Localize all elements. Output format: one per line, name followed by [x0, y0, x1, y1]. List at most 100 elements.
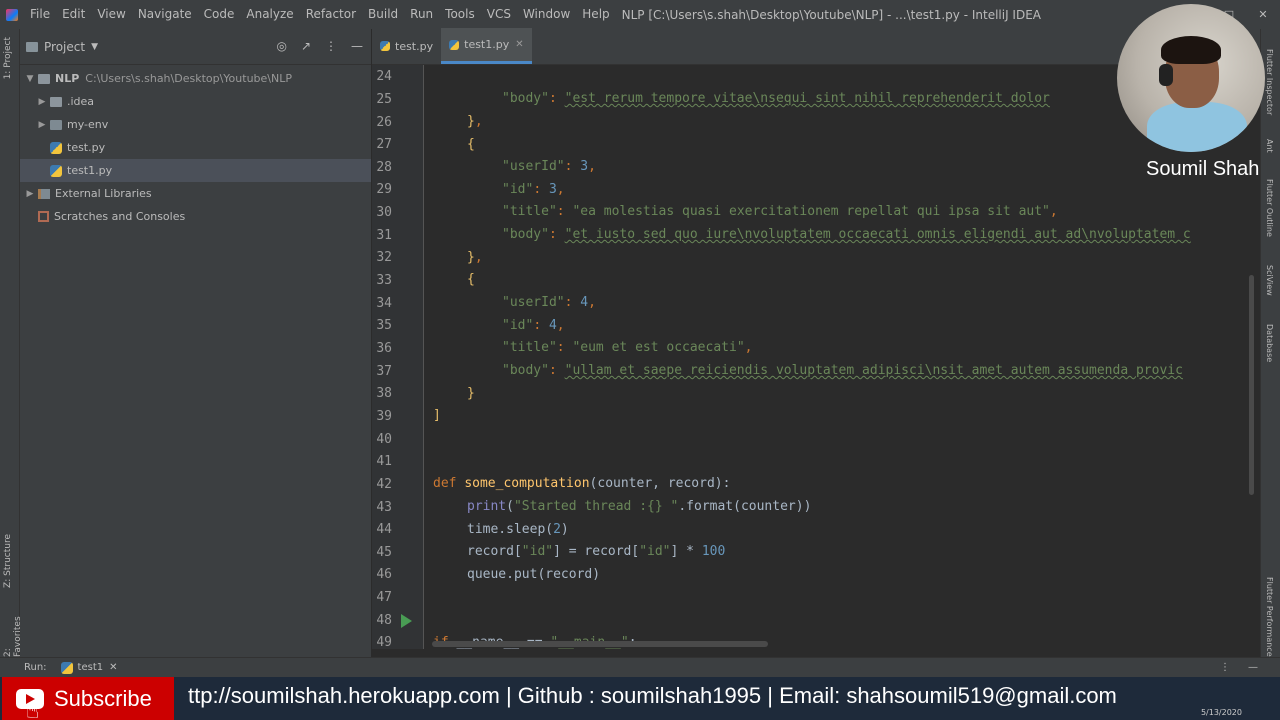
menu-bar: File Edit View Navigate Code Analyze Ref…: [0, 0, 1280, 29]
tree-item-label: Scratches and Consoles: [54, 210, 186, 223]
tree-item-label: External Libraries: [55, 187, 152, 200]
ant-tool-button[interactable]: Ant: [1265, 139, 1274, 153]
vertical-scrollbar[interactable]: [1249, 275, 1254, 495]
locate-file-icon[interactable]: ◎: [276, 39, 286, 53]
tab-test1-py[interactable]: test1.py ✕: [441, 28, 532, 64]
flutter-performance-tool-button[interactable]: Flutter Performance: [1265, 577, 1274, 657]
project-view-selector[interactable]: Project: [44, 40, 85, 54]
code-area[interactable]: "body": "est rerum tempore vitae\nsequi …: [424, 65, 1260, 649]
line-number: 42: [376, 477, 392, 492]
menu-window[interactable]: Window: [517, 0, 576, 29]
project-panel: Project ▼ ◎ ↗ ⋮ — ▼ NLP C:\Users\s.shah\…: [20, 29, 372, 657]
intellij-logo-icon: [6, 8, 18, 21]
close-icon[interactable]: ✕: [1246, 0, 1280, 29]
code-line: def some_computation(counter, record):: [433, 476, 731, 491]
run-main-gutter-icon[interactable]: [401, 614, 413, 628]
line-number: 31: [376, 228, 392, 243]
presenter-hair: [1161, 36, 1221, 64]
window-title: NLP [C:\Users\s.shah\Desktop\Youtube\NLP…: [621, 7, 1041, 22]
folder-icon: [50, 119, 62, 130]
sciview-tool-button[interactable]: SciView: [1265, 265, 1274, 296]
tab-test-py[interactable]: test.py: [372, 28, 441, 64]
line-number: 24: [376, 69, 392, 84]
tree-item-test-py[interactable]: test.py: [20, 136, 371, 159]
tree-item-idea[interactable]: ▶ .idea: [20, 90, 371, 113]
chevron-down-icon[interactable]: ▼: [91, 42, 98, 52]
tab-label: test1.py: [464, 38, 510, 51]
python-file-icon: [50, 164, 62, 177]
tree-item-label: NLP: [55, 72, 80, 85]
left-tool-stripe: 1: Project Z: Structure 2: Favorites: [0, 29, 23, 657]
code-line: "title": "eum et est occaecati",: [502, 340, 753, 355]
close-tab-icon[interactable]: ✕: [515, 39, 523, 50]
python-file-icon: [380, 41, 390, 51]
code-line: "id": 4,: [502, 318, 565, 333]
line-number: 49: [376, 635, 392, 649]
tree-item-scratches[interactable]: Scratches and Consoles: [20, 205, 371, 228]
menu-tools[interactable]: Tools: [439, 0, 481, 29]
code-line: }: [467, 386, 475, 401]
hide-panel-icon[interactable]: —: [351, 39, 363, 53]
python-file-icon: [50, 141, 62, 154]
line-number: 27: [376, 137, 392, 152]
horizontal-scrollbar[interactable]: [432, 641, 768, 647]
line-number: 45: [376, 545, 392, 560]
line-number: 44: [376, 522, 392, 537]
structure-tool-button[interactable]: Z: Structure: [3, 534, 13, 588]
code-editor[interactable]: 24 25 26 27 28 29 30 31 32 33 34 35 36 3…: [372, 65, 1260, 649]
presenter-shirt: [1147, 102, 1247, 152]
menu-navigate[interactable]: Navigate: [132, 0, 198, 29]
python-file-icon: [60, 661, 73, 674]
menu-file[interactable]: File: [24, 0, 56, 29]
menu-run[interactable]: Run: [404, 0, 439, 29]
tree-item-label: test.py: [67, 141, 106, 154]
menu-refactor[interactable]: Refactor: [300, 0, 362, 29]
tree-item-nlp[interactable]: ▼ NLP C:\Users\s.shah\Desktop\Youtube\NL…: [20, 67, 371, 90]
tree-item-test1-py[interactable]: test1.py: [20, 159, 371, 182]
collapse-all-icon[interactable]: ↗: [301, 39, 311, 53]
menu-build[interactable]: Build: [362, 0, 404, 29]
line-number: 41: [376, 454, 392, 469]
collapsed-arrow-icon[interactable]: ▶: [36, 97, 48, 107]
code-line: queue.put(record): [467, 567, 601, 582]
options-menu-icon[interactable]: ⋮: [325, 39, 337, 53]
options-menu-icon[interactable]: ⋮: [1220, 662, 1230, 673]
close-run-tab-icon[interactable]: ✕: [109, 662, 117, 673]
database-tool-button[interactable]: Database: [1265, 324, 1274, 362]
tree-item-my-env[interactable]: ▶ my-env: [20, 113, 371, 136]
project-tool-button[interactable]: 1: Project: [3, 37, 13, 79]
flutter-outline-tool-button[interactable]: Flutter Outline: [1265, 179, 1274, 237]
flutter-inspector-tool-button[interactable]: Flutter Inspector: [1265, 49, 1274, 115]
run-config-tab[interactable]: test1: [78, 662, 104, 673]
run-tool-bar: Run: test1 ✕ ⋮ —: [0, 657, 1280, 677]
menu-code[interactable]: Code: [198, 0, 241, 29]
menu-view[interactable]: View: [91, 0, 131, 29]
menu-edit[interactable]: Edit: [56, 0, 91, 29]
code-line: if __name__ == "__main__":: [424, 610, 1260, 649]
folder-icon: [50, 96, 62, 107]
menu-analyze[interactable]: Analyze: [240, 0, 299, 29]
tab-label: test.py: [395, 39, 434, 53]
folder-icon: [38, 73, 50, 84]
line-number: 32: [376, 250, 392, 265]
code-line: "userId": 3,: [502, 159, 596, 174]
subscribe-button[interactable]: Subscribe ☝: [2, 677, 174, 720]
tree-item-external-libraries[interactable]: ▶ External Libraries: [20, 182, 371, 205]
line-number: 25: [376, 92, 392, 107]
scratches-icon: [38, 211, 49, 222]
line-number: 35: [376, 318, 392, 333]
line-number: 43: [376, 500, 392, 515]
menu-vcs[interactable]: VCS: [481, 0, 517, 29]
presenter-name: Soumil Shah: [1146, 158, 1260, 180]
project-tree: ▼ NLP C:\Users\s.shah\Desktop\Youtube\NL…: [20, 65, 371, 228]
library-icon: [38, 188, 50, 199]
line-number: 46: [376, 567, 392, 582]
expanded-arrow-icon[interactable]: ▼: [24, 74, 36, 84]
menu-help[interactable]: Help: [576, 0, 615, 29]
collapsed-arrow-icon[interactable]: ▶: [36, 120, 48, 130]
right-tool-stripe: Flutter Inspector Ant Flutter Outline Sc…: [1260, 29, 1280, 657]
project-panel-header: Project ▼ ◎ ↗ ⋮ —: [20, 29, 371, 65]
line-number: 36: [376, 341, 392, 356]
hide-panel-icon[interactable]: —: [1248, 662, 1258, 673]
collapsed-arrow-icon[interactable]: ▶: [24, 189, 36, 199]
